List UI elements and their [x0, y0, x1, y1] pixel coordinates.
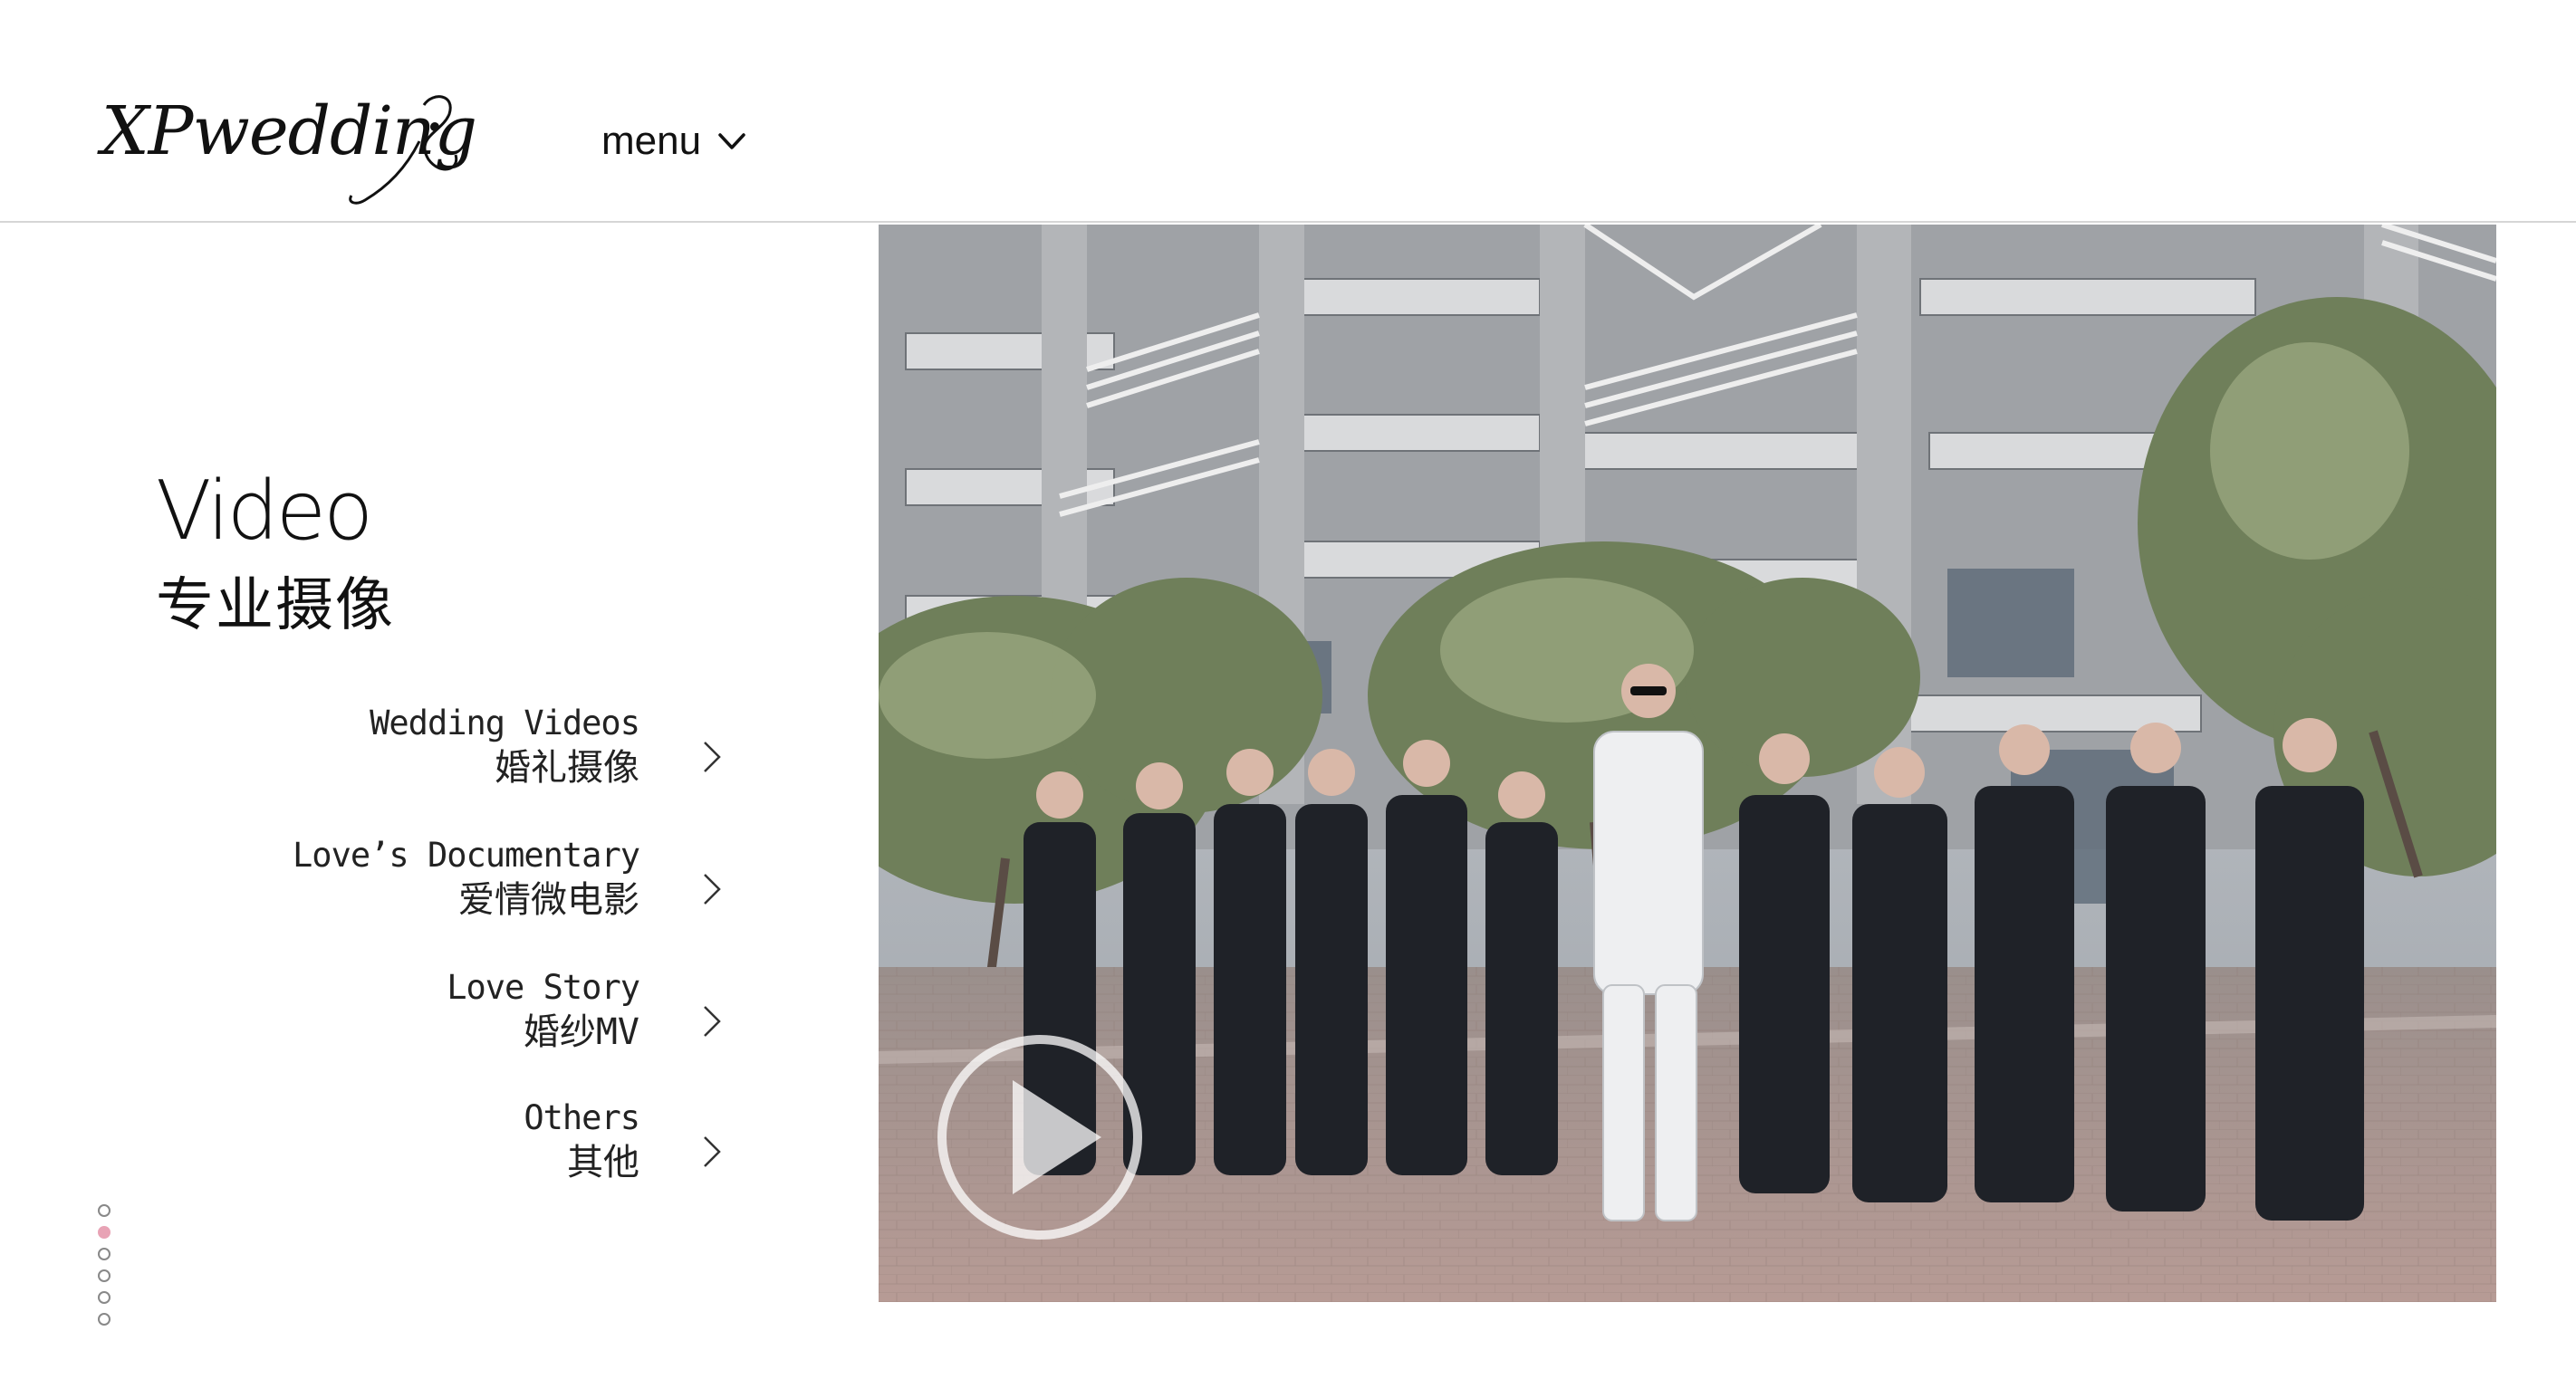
page-dot[interactable]	[98, 1248, 111, 1260]
chevron-down-icon	[718, 133, 745, 149]
category-label-zh: 婚礼摄像	[495, 747, 639, 789]
category-item-wedding-videos[interactable]: Wedding Videos 婚礼摄像	[0, 706, 743, 806]
chevron-right-icon	[704, 1006, 721, 1037]
wedding-group-photo	[879, 225, 2496, 1302]
page-dot[interactable]	[98, 1269, 111, 1282]
category-label-en: Others	[524, 1098, 640, 1137]
page-dot[interactable]	[98, 1291, 111, 1304]
menu-label: menu	[601, 119, 702, 163]
category-item-love-story[interactable]: Love Story 婚纱MV	[0, 971, 743, 1070]
logo-text: XPwedding	[101, 92, 477, 170]
page-dot[interactable]	[98, 1313, 111, 1326]
page-indicator	[98, 1204, 116, 1335]
chevron-right-icon	[704, 874, 721, 905]
site-logo[interactable]: XPwedding	[98, 87, 478, 214]
category-item-loves-documentary[interactable]: Love’s Documentary 爱情微电影	[0, 838, 743, 938]
category-item-others[interactable]: Others 其他	[0, 1101, 743, 1201]
category-label-en: Love Story	[447, 968, 640, 1007]
section-subtitle: 专业摄像	[156, 572, 395, 637]
page-dot[interactable]	[98, 1204, 111, 1217]
menu-button[interactable]: menu	[601, 114, 746, 168]
category-label-en: Wedding Videos	[370, 704, 640, 742]
chevron-right-icon	[704, 742, 721, 772]
category-label-zh: 爱情微电影	[458, 879, 639, 921]
category-label-zh: 其他	[567, 1142, 639, 1183]
site-header: XPwedding menu	[0, 0, 2576, 223]
category-label-en: Love’s Documentary	[293, 836, 640, 875]
page-dot-active[interactable]	[98, 1226, 111, 1239]
category-label-zh: 婚纱MV	[523, 1011, 639, 1053]
hero-video-thumbnail[interactable]	[879, 225, 2496, 1302]
section-title: Video	[156, 464, 373, 559]
chevron-right-icon	[704, 1136, 721, 1167]
